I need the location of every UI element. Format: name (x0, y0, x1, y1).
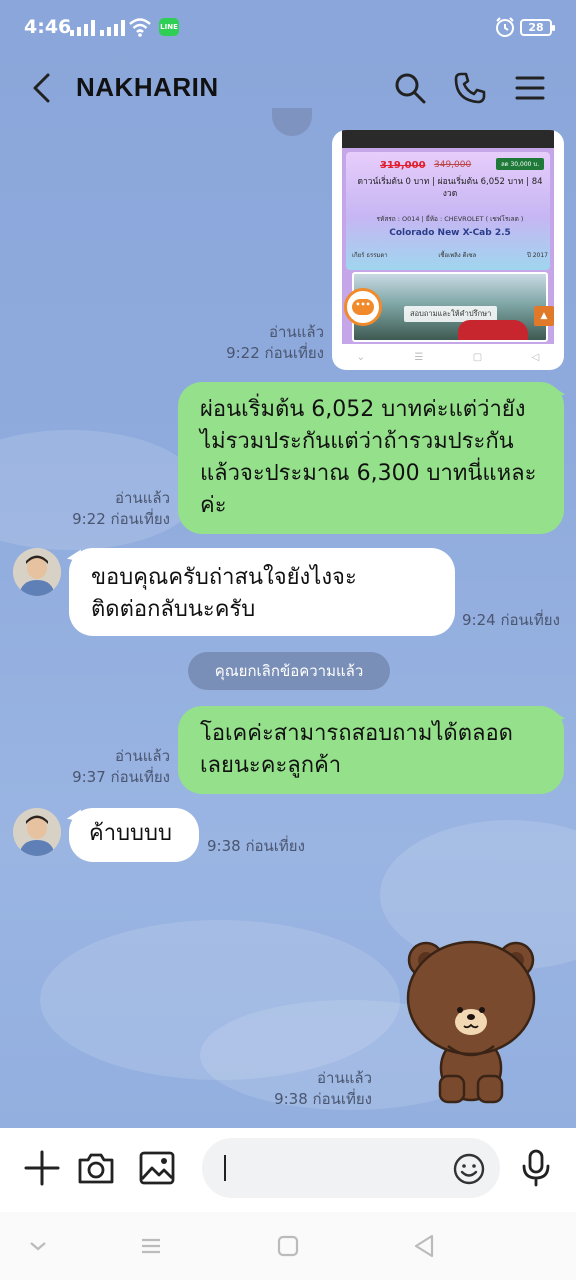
outgoing-message-bubble[interactable]: โอเคค่ะสามารถสอบถามได้ตลอด เลยนะคะลูกค้า (178, 706, 564, 794)
battery-level: 28 (528, 21, 544, 34)
promo-model: Colorado New X-Cab 2.5 (389, 228, 511, 238)
message-time: 9:22 ก่อนเที่ยง (226, 344, 324, 362)
message-time: 9:38 ก่อนเที่ยง (274, 1090, 372, 1108)
chevron-down-icon: ⌄ (356, 351, 366, 363)
message-meta: อ่านแล้ว 9:37 ก่อนเที่ยง (50, 746, 170, 788)
person-icon (13, 808, 61, 856)
system-nav-bar (0, 1212, 576, 1280)
promo-price-new: 319,000 (380, 160, 426, 171)
battery-icon: 28 (520, 19, 555, 36)
emoji-icon[interactable] (452, 1152, 486, 1186)
image-nav-strip: ⌄ ☰ ▢ ◁ (332, 344, 564, 370)
line-app-icon: LINE (159, 18, 179, 36)
chat-bubble-icon: ••• (344, 288, 382, 326)
message-meta: อ่านแล้ว 9:22 ก่อนเที่ยง (200, 322, 324, 364)
bubble-tail (550, 706, 566, 722)
message-input-bar (0, 1128, 576, 1212)
menu-icon: ☰ (414, 351, 424, 363)
message-text: ผ่อนเริ่มต้น 6,052 บาทค่ะแต่ว่ายัง ไม่รว… (200, 397, 537, 518)
text-cursor (224, 1155, 226, 1181)
plus-icon[interactable] (22, 1148, 62, 1188)
read-status: อ่านแล้ว (269, 323, 324, 341)
phone-icon[interactable] (452, 70, 488, 106)
alarm-icon (496, 17, 514, 37)
promo-price-old: 349,000 (434, 160, 472, 170)
status-time: 4:46 (24, 16, 72, 38)
outgoing-message-bubble[interactable]: ผ่อนเริ่มต้น 6,052 บาทค่ะแต่ว่ายัง ไม่รว… (178, 382, 564, 534)
promo-year: ปี 2017 (527, 252, 548, 259)
promo-info: รหัสรถ : O014 | ยี่ห้อ : CHEVROLET ( เชฟ… (376, 215, 524, 223)
message-time: 9:38 ก่อนเที่ยง (207, 837, 305, 855)
promo-discount-tag: ลด 30,000 บ. (496, 158, 545, 170)
microphone-icon[interactable] (516, 1148, 556, 1188)
square-icon: ▢ (472, 351, 483, 363)
incoming-message-bubble[interactable]: ค้าบบบบ (69, 808, 199, 862)
back-triangle-icon: ◁ (531, 351, 540, 363)
read-status: อ่านแล้ว (115, 747, 170, 765)
message-meta: อ่านแล้ว 9:22 ก่อนเที่ยง (50, 488, 170, 530)
message-text: ค้าบบบบ (89, 821, 172, 846)
camera-icon[interactable] (76, 1148, 116, 1188)
message-time: 9:24 ก่อนเที่ยง (462, 611, 560, 629)
wifi-icon (129, 18, 151, 37)
message-time: 9:22 ก่อนเที่ยง (72, 510, 170, 528)
message-input[interactable] (202, 1138, 500, 1198)
promo-fuel: เชื้อเพลิง ดีเซล (438, 252, 477, 259)
chevron-down-icon[interactable] (24, 1232, 52, 1260)
avatar[interactable] (13, 548, 61, 596)
avatar[interactable] (13, 808, 61, 856)
recents-icon[interactable] (137, 1232, 165, 1260)
back-icon[interactable] (410, 1232, 438, 1260)
signal-icon (70, 20, 95, 36)
menu-icon[interactable] (512, 70, 548, 106)
promo-gear: เกียร์ ธรรมดา (352, 252, 388, 259)
promo-footer: เกียร์ ธรรมดา เชื้อเพลิง ดีเซล ปี 2017 (352, 250, 548, 260)
car-shape (458, 320, 528, 340)
image-icon[interactable] (137, 1148, 177, 1188)
promo-card: 319,000 349,000 ลด 30,000 บ. ดาวน์เริ่มต… (346, 152, 550, 270)
signal-icon (100, 20, 125, 36)
home-icon[interactable] (274, 1232, 302, 1260)
incoming-message-bubble[interactable]: ขอบคุณครับถ่าสนใจยังไงจะ ติดต่อกลับนะครั… (69, 548, 455, 636)
bear-sticker[interactable] (404, 936, 538, 1106)
message-meta: อ่านแล้ว 9:38 ก่อนเที่ยง (250, 1068, 372, 1110)
image-top-strip (342, 130, 554, 148)
promo-down-payment: ดาวน์เริ่มต้น 0 บาท | ผ่อนเริ่มต้น 6,052… (357, 177, 543, 199)
system-notice: คุณยกเลิกข้อความแล้ว (188, 652, 390, 690)
message-time: 9:37 ก่อนเที่ยง (72, 768, 170, 786)
bubble-tail (550, 382, 566, 398)
scroll-up-icon: ▲ (534, 306, 554, 326)
image-message[interactable]: 319,000 349,000 ลด 30,000 บ. ดาวน์เริ่มต… (332, 130, 564, 370)
message-text: ขอบคุณครับถ่าสนใจยังไงจะ ติดต่อกลับนะครั… (91, 565, 357, 622)
search-icon[interactable] (392, 70, 428, 106)
read-status: อ่านแล้ว (317, 1069, 372, 1087)
person-icon (13, 548, 61, 596)
status-bar: 4:46 LINE 28 (0, 0, 576, 52)
read-status: อ่านแล้ว (115, 489, 170, 507)
back-arrow-icon[interactable] (26, 70, 62, 106)
message-text: โอเคค่ะสามารถสอบถามได้ตลอด เลยนะคะลูกค้า (200, 721, 513, 778)
contact-name: NAKHARIN (76, 72, 219, 102)
